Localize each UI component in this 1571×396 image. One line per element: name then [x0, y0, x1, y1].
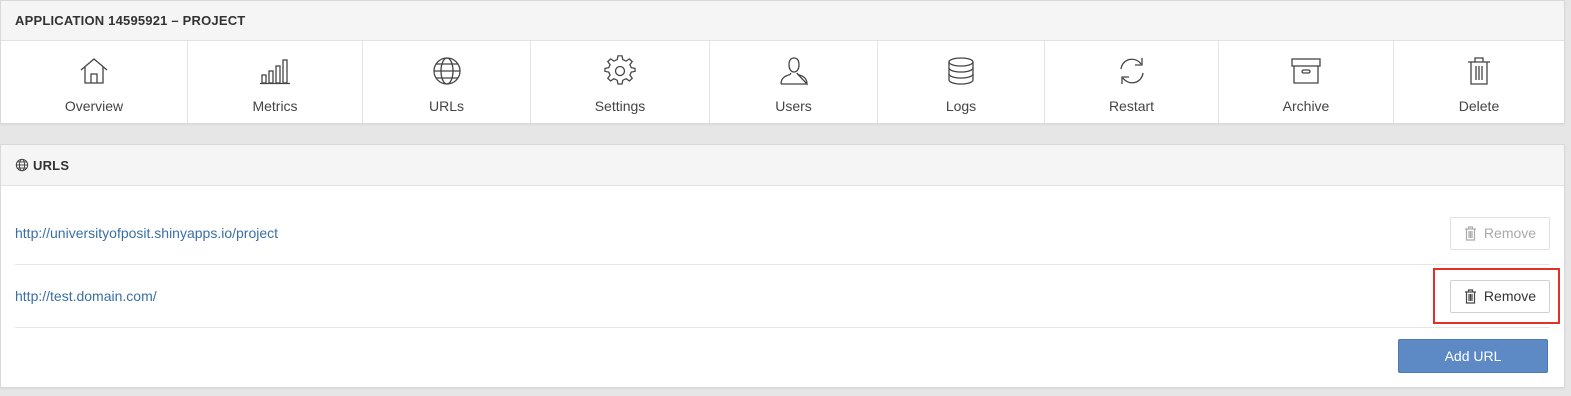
- urls-panel-title: URLS: [33, 157, 70, 173]
- tab-overview[interactable]: Overview: [1, 41, 188, 123]
- globe-icon: [15, 158, 29, 172]
- url-row: http://universityofposit.shinyapps.io/pr…: [15, 202, 1550, 265]
- tab-urls[interactable]: URLs: [363, 41, 531, 123]
- restart-label: Restart: [1108, 98, 1155, 114]
- tab-metrics-label: Metrics: [252, 98, 298, 114]
- archive-label: Archive: [1282, 98, 1330, 114]
- add-url-button[interactable]: Add URL: [1398, 339, 1548, 373]
- tab-metrics[interactable]: Metrics: [188, 41, 363, 123]
- restart-button[interactable]: Restart: [1045, 41, 1219, 123]
- delete-label: Delete: [1458, 98, 1500, 114]
- user-icon: [779, 57, 808, 86]
- application-title: APPLICATION 14595921 – PROJECT: [1, 1, 1564, 41]
- globe-icon: [432, 57, 461, 85]
- url-row: http://test.domain.com/ Remove: [15, 265, 1550, 328]
- archive-icon: [1291, 58, 1321, 84]
- remove-url-button[interactable]: Remove: [1450, 279, 1550, 313]
- tab-users[interactable]: Users: [710, 41, 878, 123]
- tab-urls-label: URLs: [428, 98, 464, 114]
- tab-logs-label: Logs: [945, 98, 977, 114]
- remove-url-button[interactable]: Remove: [1450, 216, 1550, 250]
- archive-button[interactable]: Archive: [1219, 41, 1394, 123]
- tab-settings[interactable]: Settings: [531, 41, 710, 123]
- refresh-icon: [1119, 58, 1144, 84]
- gear-icon: [604, 55, 636, 85]
- urls-panel-header: URLS: [1, 145, 1564, 186]
- tab-logs[interactable]: Logs: [878, 41, 1045, 123]
- url-link[interactable]: http://universityofposit.shinyapps.io/pr…: [15, 225, 278, 241]
- trash-icon: [1464, 288, 1476, 304]
- application-panel: APPLICATION 14595921 – PROJECT Overview …: [0, 0, 1565, 124]
- tab-users-label: Users: [775, 98, 812, 114]
- urls-panel: URLS http://universityofposit.shinyapps.…: [0, 144, 1565, 388]
- trash-icon: [1468, 57, 1490, 85]
- tab-overview-label: Overview: [64, 98, 124, 114]
- url-link[interactable]: http://test.domain.com/: [15, 288, 157, 304]
- home-icon: [80, 58, 108, 84]
- tab-settings-label: Settings: [594, 98, 646, 114]
- delete-button[interactable]: Delete: [1394, 41, 1564, 123]
- database-icon: [948, 57, 974, 85]
- bar-chart-icon: [260, 59, 290, 85]
- trash-icon: [1464, 225, 1476, 241]
- remove-label: Remove: [1483, 288, 1537, 304]
- app-toolbar: Overview Metrics URLs Settings Users Log…: [1, 41, 1564, 123]
- remove-label: Remove: [1483, 225, 1537, 241]
